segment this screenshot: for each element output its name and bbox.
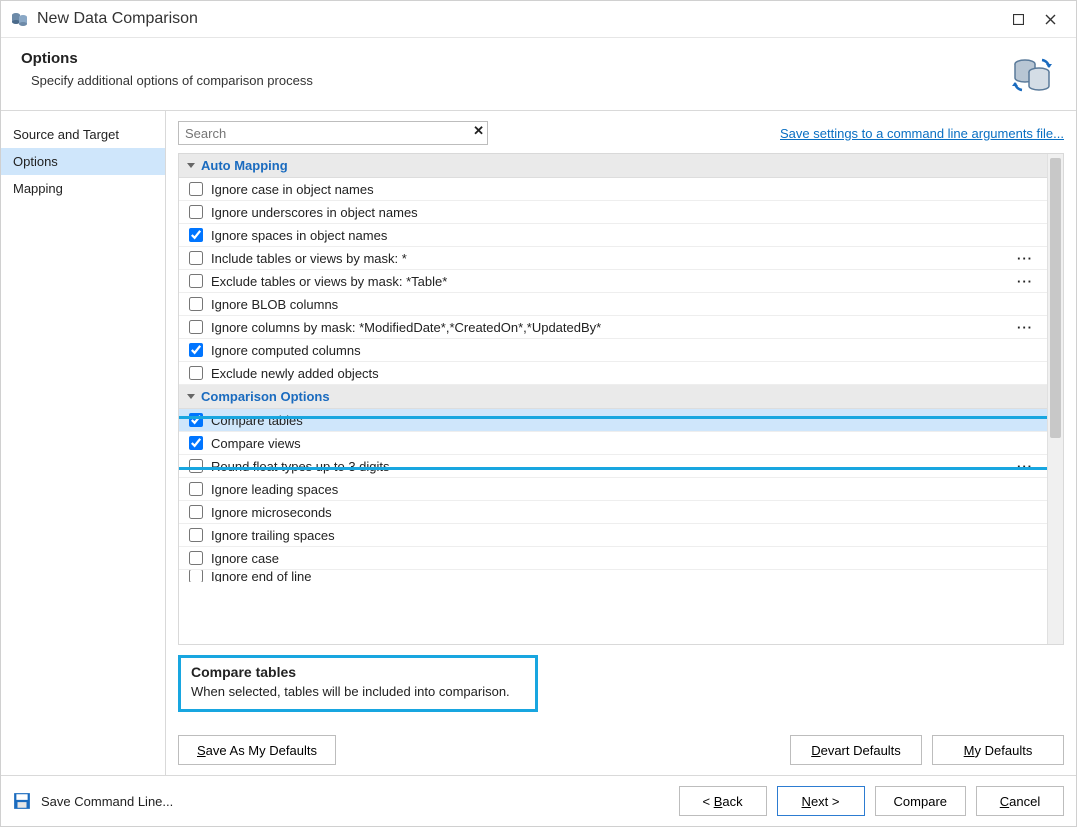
option-checkbox[interactable]: [189, 205, 203, 219]
option-checkbox[interactable]: [189, 320, 203, 334]
nav-item-mapping[interactable]: Mapping: [1, 175, 165, 202]
option-label: Ignore computed columns: [211, 343, 1039, 358]
option-row[interactable]: Round float types up to 3 digits···: [179, 455, 1047, 478]
nav-item-options[interactable]: Options: [1, 148, 165, 175]
main-area: Source and Target Options Mapping ✕ Save…: [1, 111, 1076, 775]
option-row[interactable]: Exclude tables or views by mask: *Table*…: [179, 270, 1047, 293]
option-label: Ignore BLOB columns: [211, 297, 1039, 312]
save-settings-link[interactable]: Save settings to a command line argument…: [780, 126, 1064, 141]
option-row[interactable]: Ignore underscores in object names: [179, 201, 1047, 224]
window-title: New Data Comparison: [37, 10, 1002, 28]
close-button[interactable]: [1034, 7, 1066, 31]
save-icon: [13, 792, 31, 810]
search-clear-icon[interactable]: ✕: [473, 123, 484, 139]
group-header-auto-mapping[interactable]: Auto Mapping: [179, 154, 1047, 178]
more-button[interactable]: ···: [1011, 320, 1039, 335]
option-description-panel: Compare tables When selected, tables wil…: [178, 655, 538, 712]
option-checkbox[interactable]: [189, 482, 203, 496]
option-row[interactable]: Ignore leading spaces: [179, 478, 1047, 501]
group-header-comparison-options[interactable]: Comparison Options: [179, 385, 1047, 409]
more-button[interactable]: ···: [1011, 459, 1039, 474]
option-checkbox[interactable]: [189, 413, 203, 427]
titlebar: New Data Comparison: [1, 1, 1076, 38]
option-checkbox[interactable]: [189, 570, 203, 582]
option-row-compare-tables[interactable]: Compare tables: [179, 409, 1047, 432]
option-label: Ignore end of line: [211, 570, 1039, 582]
option-checkbox[interactable]: [189, 551, 203, 565]
search-input[interactable]: [178, 121, 488, 145]
option-row[interactable]: Ignore microseconds: [179, 501, 1047, 524]
option-label: Include tables or views by mask: *: [211, 251, 1011, 266]
option-row[interactable]: Ignore trailing spaces: [179, 524, 1047, 547]
option-checkbox[interactable]: [189, 505, 203, 519]
more-button[interactable]: ···: [1011, 251, 1039, 266]
option-row[interactable]: Exclude newly added objects: [179, 362, 1047, 385]
wizard-header: Options Specify additional options of co…: [1, 38, 1076, 111]
save-as-my-defaults-button[interactable]: Save As My Defaults: [178, 735, 336, 765]
option-row[interactable]: Ignore computed columns: [179, 339, 1047, 362]
scrollbar-thumb[interactable]: [1050, 158, 1061, 438]
option-checkbox[interactable]: [189, 274, 203, 288]
collapse-icon: [187, 163, 195, 168]
option-label: Ignore microseconds: [211, 505, 1039, 520]
option-label: Round float types up to 3 digits: [211, 459, 1011, 474]
app-icon: [11, 11, 29, 27]
maximize-button[interactable]: [1002, 7, 1034, 31]
option-label: Ignore case: [211, 551, 1039, 566]
my-defaults-button[interactable]: My Defaults: [932, 735, 1064, 765]
option-checkbox[interactable]: [189, 436, 203, 450]
options-list: Auto Mapping Ignore case in object names…: [178, 153, 1064, 645]
cancel-button[interactable]: Cancel: [976, 786, 1064, 816]
option-checkbox[interactable]: [189, 459, 203, 473]
side-nav: Source and Target Options Mapping: [1, 111, 166, 775]
option-row[interactable]: Ignore case in object names: [179, 178, 1047, 201]
option-checkbox[interactable]: [189, 182, 203, 196]
compare-button[interactable]: Compare: [875, 786, 966, 816]
option-checkbox[interactable]: [189, 343, 203, 357]
description-title: Compare tables: [191, 664, 523, 680]
option-label: Ignore spaces in object names: [211, 228, 1039, 243]
nav-item-source-and-target[interactable]: Source and Target: [1, 121, 165, 148]
option-checkbox[interactable]: [189, 297, 203, 311]
option-row[interactable]: Ignore BLOB columns: [179, 293, 1047, 316]
header-title: Options: [21, 50, 1008, 67]
option-checkbox[interactable]: [189, 228, 203, 242]
description-text: When selected, tables will be included i…: [191, 684, 523, 699]
option-label: Compare tables: [211, 413, 1039, 428]
header-description: Specify additional options of comparison…: [31, 73, 1008, 88]
option-checkbox[interactable]: [189, 528, 203, 542]
content-panel: ✕ Save settings to a command line argume…: [166, 111, 1076, 775]
option-label: Ignore columns by mask: *ModifiedDate*,*…: [211, 320, 1011, 335]
vertical-scrollbar[interactable]: [1047, 154, 1063, 644]
group-title: Auto Mapping: [201, 158, 288, 173]
next-button[interactable]: Next >: [777, 786, 865, 816]
option-row[interactable]: Ignore spaces in object names: [179, 224, 1047, 247]
search-field-wrap: ✕: [178, 121, 488, 145]
option-label: Ignore underscores in object names: [211, 205, 1039, 220]
option-label: Exclude newly added objects: [211, 366, 1039, 381]
devart-defaults-button[interactable]: Devart Defaults: [790, 735, 922, 765]
option-label: Ignore case in object names: [211, 182, 1039, 197]
option-label: Exclude tables or views by mask: *Table*: [211, 274, 1011, 289]
option-row[interactable]: Ignore end of line: [179, 570, 1047, 582]
option-checkbox[interactable]: [189, 366, 203, 380]
option-label: Ignore leading spaces: [211, 482, 1039, 497]
header-icon: [1008, 50, 1056, 98]
group-title: Comparison Options: [201, 389, 330, 404]
back-button[interactable]: < Back: [679, 786, 767, 816]
collapse-icon: [187, 394, 195, 399]
option-row[interactable]: Ignore columns by mask: *ModifiedDate*,*…: [179, 316, 1047, 339]
option-row[interactable]: Ignore case: [179, 547, 1047, 570]
option-label: Compare views: [211, 436, 1039, 451]
option-row-compare-views[interactable]: Compare views: [179, 432, 1047, 455]
save-command-line-button[interactable]: Save Command Line...: [41, 794, 173, 809]
more-button[interactable]: ···: [1011, 274, 1039, 289]
option-label: Ignore trailing spaces: [211, 528, 1039, 543]
option-row[interactable]: Include tables or views by mask: *···: [179, 247, 1047, 270]
wizard-footer: Save Command Line... < Back Next > Compa…: [1, 775, 1076, 826]
option-checkbox[interactable]: [189, 251, 203, 265]
